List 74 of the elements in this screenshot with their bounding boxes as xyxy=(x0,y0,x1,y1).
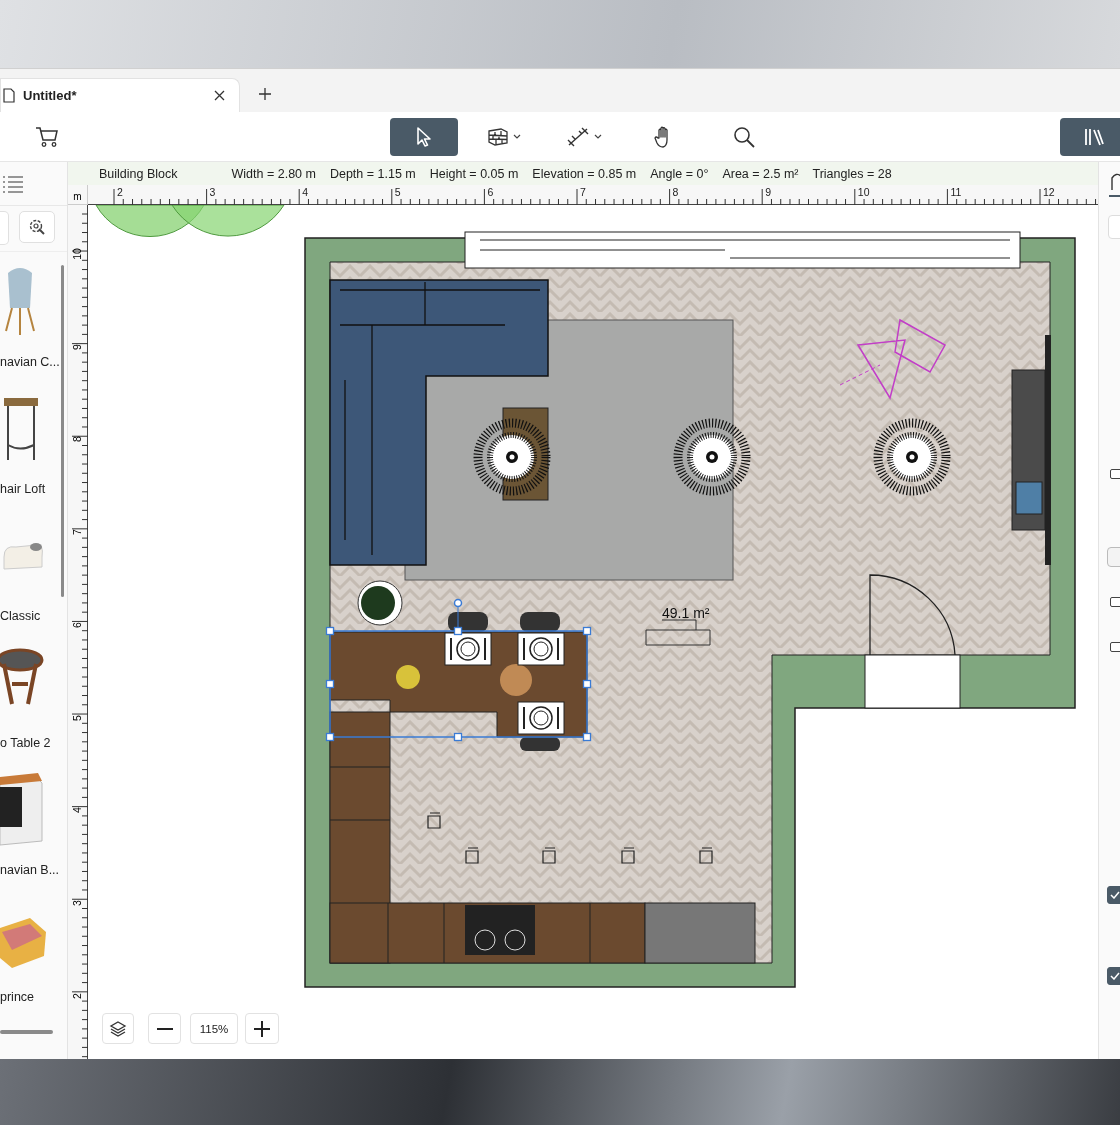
checkbox[interactable] xyxy=(1110,469,1120,479)
object-info-text: Elevation = 0.85 m xyxy=(532,166,637,181)
ruler-label: 2 xyxy=(71,991,83,1001)
layers-button[interactable] xyxy=(102,1013,134,1044)
settings-button[interactable] xyxy=(19,211,55,243)
selection-frame[interactable] xyxy=(325,598,592,742)
ruler-label: 10 xyxy=(71,247,83,261)
object-info-text: Width = 2.80 m xyxy=(231,166,316,181)
scrollbar-thumb[interactable] xyxy=(0,1030,53,1034)
ruler-label: 7 xyxy=(71,528,83,537)
ruler-label: 11 xyxy=(950,186,962,198)
caret-icon xyxy=(594,134,602,139)
catalog-item[interactable]: navian C... xyxy=(0,252,67,379)
object-info-text: Area = 2.5 m² xyxy=(722,166,799,181)
library-button[interactable] xyxy=(1060,118,1120,156)
ruler-label: 10 xyxy=(857,186,870,198)
catalog-item[interactable]: navian B... xyxy=(0,760,67,887)
brick-wall-icon xyxy=(487,126,509,147)
settings-icon xyxy=(28,218,46,236)
checkbox[interactable] xyxy=(1110,642,1120,652)
object-tab[interactable] xyxy=(1109,171,1120,197)
checkbox[interactable] xyxy=(1107,886,1120,904)
plus-icon xyxy=(254,1020,270,1037)
ruler-label: 8 xyxy=(672,186,679,198)
select-tool-button[interactable] xyxy=(390,117,458,156)
ruler-label: 6 xyxy=(487,186,494,198)
plus-icon xyxy=(259,88,271,100)
checkbox[interactable] xyxy=(1107,967,1120,985)
ruler-label: 6 xyxy=(71,620,83,630)
layers-icon xyxy=(109,1019,127,1038)
check-icon xyxy=(1110,891,1120,899)
catalog-item[interactable]: prince xyxy=(0,887,67,1014)
zoom-out-button[interactable] xyxy=(148,1013,181,1044)
books-icon xyxy=(1084,127,1104,147)
search-icon xyxy=(732,124,756,149)
ruler-label: 12 xyxy=(1043,186,1055,198)
cart-icon xyxy=(35,126,59,148)
object-info-text: Building Block xyxy=(99,166,178,181)
ruler-label: 5 xyxy=(394,186,401,198)
ruler-unit: m xyxy=(73,191,82,202)
ruler-label: 9 xyxy=(71,342,83,352)
document-icon xyxy=(3,88,15,103)
scrollbar-thumb[interactable] xyxy=(61,265,64,597)
pointer-icon xyxy=(414,125,434,148)
object-info-text: Depth = 1.15 m xyxy=(329,166,416,181)
catalog-item[interactable]: hair Loft xyxy=(0,379,67,506)
zoom-level: 115% xyxy=(190,1013,238,1044)
ruler-label: 5 xyxy=(71,713,83,723)
object-info-text: Height = 0.05 m xyxy=(429,166,519,181)
check-icon xyxy=(1110,972,1120,980)
plan-canvas[interactable]: 49.1 m² 115% xyxy=(88,205,1098,1059)
object-info-text: Triangles = 28 xyxy=(812,166,892,181)
ruler-label: 4 xyxy=(71,806,83,816)
close-icon xyxy=(213,90,225,101)
catalog-item[interactable]: Classic xyxy=(0,506,67,633)
ruler-label: 9 xyxy=(765,186,772,198)
minus-icon xyxy=(156,1027,173,1030)
caret-icon xyxy=(513,134,521,139)
list-icon xyxy=(2,173,24,194)
ruler-label: 3 xyxy=(209,186,216,198)
ruler-label: 7 xyxy=(580,186,586,198)
ruler-label: 4 xyxy=(302,186,309,198)
list-view-button[interactable] xyxy=(2,173,24,194)
document-tab[interactable]: Untitled* xyxy=(0,78,240,112)
zoom-in-button[interactable] xyxy=(245,1013,279,1044)
ruler-label: 3 xyxy=(71,898,83,908)
ruler-label: 8 xyxy=(71,435,83,445)
object-icon xyxy=(1110,171,1120,192)
dimension-icon xyxy=(566,125,590,148)
room-area-label: 49.1 m² xyxy=(662,605,710,621)
object-info-text: Angle = 0° xyxy=(650,166,709,181)
checkbox[interactable] xyxy=(1110,597,1120,607)
catalog-item[interactable]: o Table 2 xyxy=(0,633,67,760)
ruler-label: 2 xyxy=(117,186,123,198)
